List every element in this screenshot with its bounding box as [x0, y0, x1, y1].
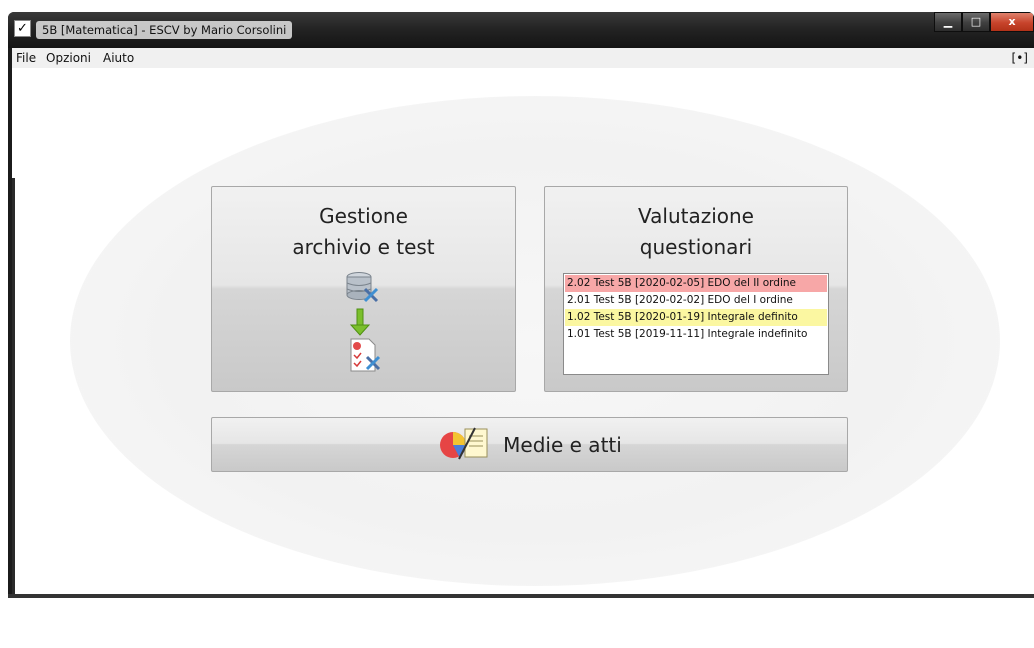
questionario-item[interactable]: 1.01 Test 5B [2019-11-11] Integrale inde… — [565, 326, 827, 343]
window-title: 5B [Matematica] - ESCV by Mario Corsolin… — [36, 21, 293, 39]
app-window: ✓ 5B [Matematica] - ESCV by Mario Corsol… — [8, 12, 1034, 598]
gestione-title: Gestione archivio e test — [292, 204, 435, 259]
menu-file[interactable]: File — [16, 50, 36, 66]
menu-bar: File Opzioni Aiuto [•] — [12, 48, 1034, 68]
minimize-button[interactable]: ▁ — [934, 12, 962, 32]
pie-chart-document-icon — [437, 426, 493, 464]
questionario-item[interactable]: 1.02 Test 5B [2020-01-19] Integrale defi… — [565, 309, 827, 326]
questionari-list[interactable]: 2.02 Test 5B [2020-02-05] EDO del II ord… — [563, 273, 829, 375]
left-edge-bar — [12, 178, 15, 594]
questionario-item[interactable]: 2.01 Test 5B [2020-02-02] EDO del I ordi… — [565, 292, 827, 309]
medie-atti-button[interactable]: Medie e atti — [211, 417, 848, 472]
close-button[interactable]: x — [990, 12, 1034, 32]
valutazione-questionari-button[interactable]: Valutazione questionari 2.02 Test 5B [20… — [544, 186, 848, 392]
background-halo — [70, 96, 1000, 586]
menu-aiuto[interactable]: Aiuto — [103, 50, 134, 66]
medie-atti-label: Medie e atti — [503, 432, 622, 457]
questionario-item[interactable]: 2.02 Test 5B [2020-02-05] EDO del II ord… — [565, 275, 827, 292]
window-controls: ▁ □ x — [934, 12, 1034, 32]
maximize-button[interactable]: □ — [962, 12, 990, 32]
main-panel: Gestione archivio e test Valutazione que… — [12, 68, 1034, 594]
valutazione-title: Valutazione questionari — [638, 204, 754, 259]
window-bottom-frame — [8, 594, 1034, 598]
database-to-test-icon — [345, 271, 385, 381]
fullscreen-toggle[interactable]: [•] — [1012, 50, 1028, 66]
menu-opzioni[interactable]: Opzioni — [46, 50, 91, 66]
gestione-archivio-button[interactable]: Gestione archivio e test — [211, 186, 516, 392]
title-bar[interactable]: ✓ 5B [Matematica] - ESCV by Mario Corsol… — [8, 12, 1034, 48]
app-checkmark-icon[interactable]: ✓ — [14, 20, 31, 37]
